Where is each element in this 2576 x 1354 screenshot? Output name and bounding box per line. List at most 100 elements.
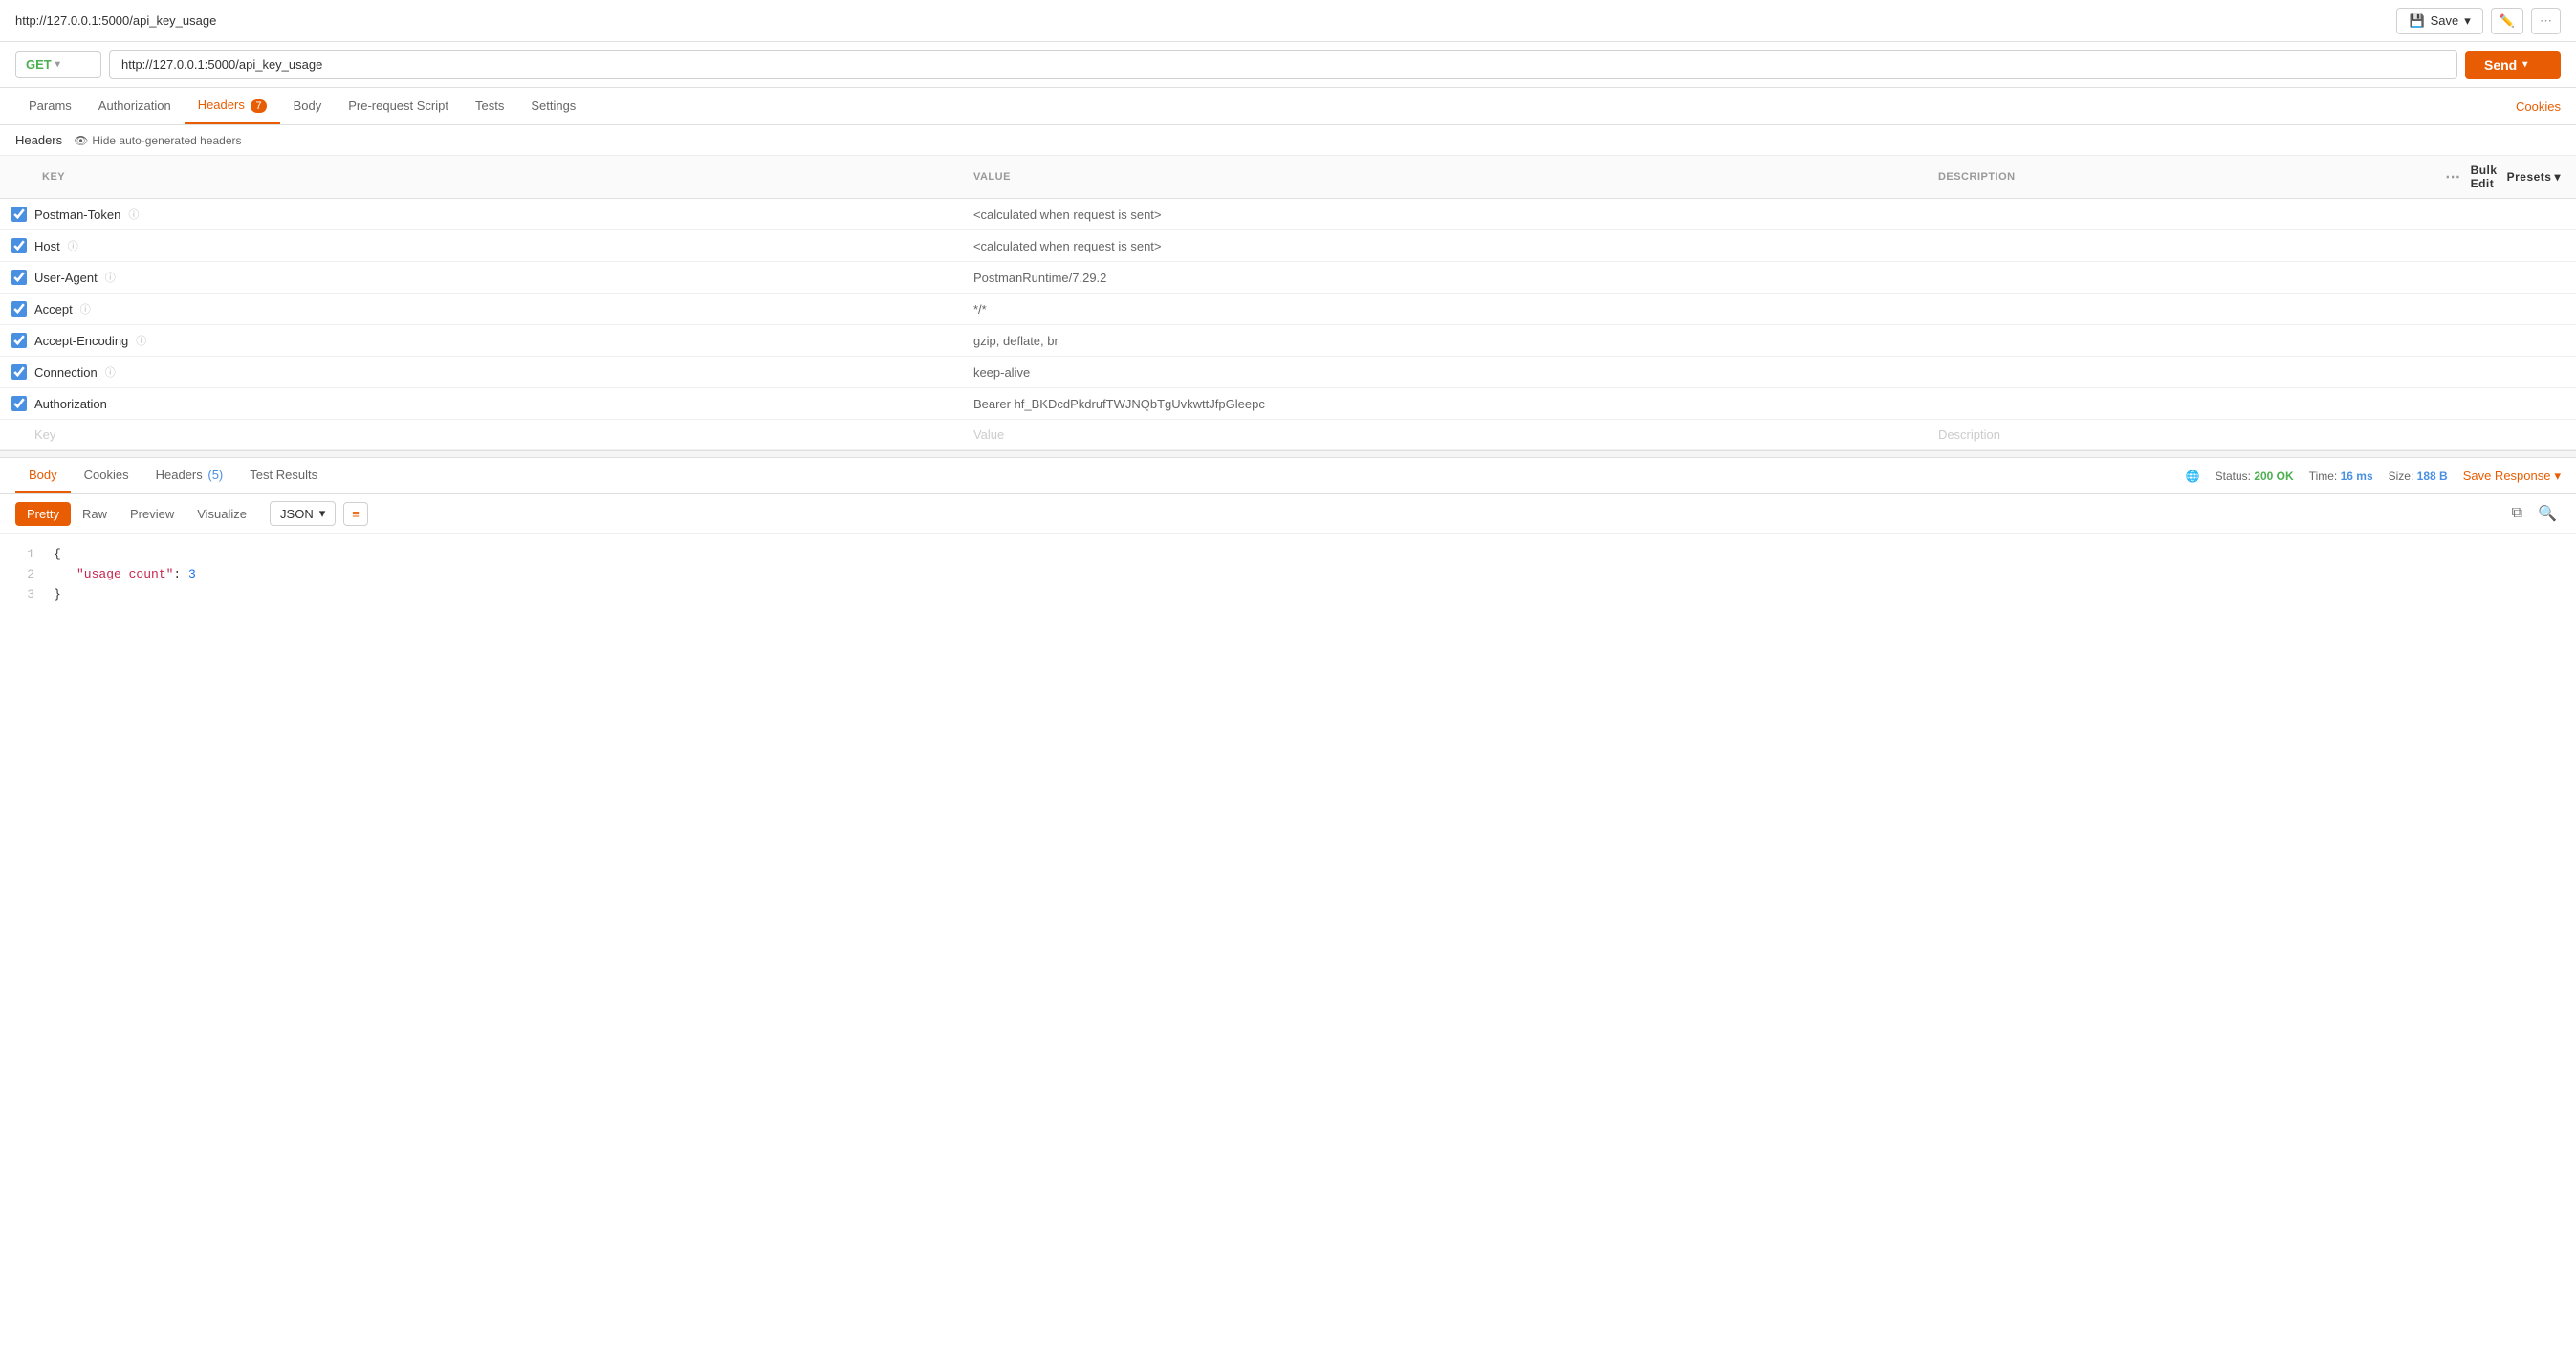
row-4-checkbox[interactable] xyxy=(11,333,27,348)
send-label: Send xyxy=(2484,57,2517,73)
line-num-3: 3 xyxy=(15,585,34,605)
row-1-actions xyxy=(2434,230,2576,262)
send-button[interactable]: Send ▾ xyxy=(2465,51,2561,79)
response-tab-headers[interactable]: Headers (5) xyxy=(142,458,237,493)
line-num-2: 2 xyxy=(15,565,34,585)
code-line-1: 1 { xyxy=(15,545,2561,565)
row-0-desc xyxy=(1927,199,2434,230)
time-value: 16 ms xyxy=(2341,470,2373,483)
row-6-key: Authorization xyxy=(34,397,107,411)
row-3-checkbox[interactable] xyxy=(11,301,27,317)
body-sub-tab-preview[interactable]: Preview xyxy=(119,502,186,526)
code-line-3: 3 } xyxy=(15,585,2561,605)
tab-body[interactable]: Body xyxy=(280,89,336,124)
row-1-desc xyxy=(1927,230,2434,262)
wrap-button[interactable]: ≡ xyxy=(343,502,368,526)
row-1-value: <calculated when request is sent> xyxy=(962,230,1927,262)
save-icon: 💾 xyxy=(2409,13,2424,29)
row-0-key: Postman-Token xyxy=(34,207,120,222)
row-0-actions xyxy=(2434,199,2576,230)
row-4-actions xyxy=(2434,325,2576,357)
row-1-checkbox[interactable] xyxy=(11,238,27,253)
row-2-key: User-Agent xyxy=(34,271,98,285)
body-sub-tab-pretty[interactable]: Pretty xyxy=(15,502,71,526)
row-3-actions xyxy=(2434,294,2576,325)
row-4-key: Accept-Encoding xyxy=(34,334,128,348)
status-label: Status: 200 OK xyxy=(2216,470,2294,483)
presets-button[interactable]: Presets ▾ xyxy=(2507,170,2561,184)
section-divider xyxy=(0,450,2576,458)
row-0-checkbox[interactable] xyxy=(11,207,27,222)
row-2-actions xyxy=(2434,262,2576,294)
more-icon-button[interactable]: ⋯ xyxy=(2531,8,2561,34)
info-icon: ⓘ xyxy=(68,238,78,253)
row-2-value: PostmanRuntime/7.29.2 xyxy=(962,262,1927,294)
tab-authorization[interactable]: Authorization xyxy=(85,89,185,124)
top-bar: http://127.0.0.1:5000/api_key_usage 💾 Sa… xyxy=(0,0,2576,42)
table-row: Accept ⓘ */* xyxy=(0,294,2576,325)
tab-settings[interactable]: Settings xyxy=(517,89,589,124)
size-label: Size: 188 B xyxy=(2389,470,2448,483)
info-icon: ⓘ xyxy=(80,301,91,317)
request-tabs: Params Authorization Headers 7 Body Pre-… xyxy=(0,88,2576,125)
response-headers-badge: (5) xyxy=(207,468,223,482)
body-sub-tabs: Pretty Raw Preview Visualize JSON ▾ ≡ ⧉ … xyxy=(0,494,2576,534)
row-4-desc xyxy=(1927,325,2434,357)
table-row: User-Agent ⓘ PostmanRuntime/7.29.2 xyxy=(0,262,2576,294)
method-label: GET xyxy=(26,57,52,72)
response-tab-cookies[interactable]: Cookies xyxy=(71,458,142,493)
presets-chevron-icon: ▾ xyxy=(2554,170,2561,184)
row-5-checkbox[interactable] xyxy=(11,364,27,380)
edit-icon-button[interactable]: ✏️ xyxy=(2491,8,2523,34)
copy-button[interactable]: ⧉ xyxy=(2508,501,2526,526)
save-button[interactable]: 💾 Save ▾ xyxy=(2396,8,2482,34)
response-tabs: Body Cookies Headers (5) Test Results 🌐 … xyxy=(0,458,2576,494)
empty-value-placeholder: Value xyxy=(962,420,1927,450)
table-row: Connection ⓘ keep-alive xyxy=(0,357,2576,388)
bulk-edit-button[interactable]: Bulk Edit xyxy=(2471,164,2498,190)
url-input[interactable] xyxy=(109,50,2457,79)
save-response-button[interactable]: Save Response ▾ xyxy=(2463,469,2561,484)
col-value: VALUE xyxy=(962,156,1927,199)
code-view: 1 { 2 "usage_count": 3 3 } xyxy=(0,534,2576,616)
row-6-checkbox[interactable] xyxy=(11,396,27,411)
format-select[interactable]: JSON ▾ xyxy=(270,501,336,526)
format-chevron-icon: ▾ xyxy=(319,506,326,521)
row-2-checkbox[interactable] xyxy=(11,270,27,285)
col-actions: ⋯ Bulk Edit Presets ▾ xyxy=(2434,156,2576,199)
info-icon: ⓘ xyxy=(105,364,116,380)
code-content-2: "usage_count": 3 xyxy=(54,565,196,585)
status-value: 200 OK xyxy=(2254,470,2293,483)
request-bar: GET ▾ Send ▾ xyxy=(0,42,2576,88)
hide-auto-generated-button[interactable]: 👁 Hide auto-generated headers xyxy=(74,134,241,147)
row-5-value: keep-alive xyxy=(962,357,1927,388)
code-content-3: } xyxy=(54,585,61,605)
table-row: Accept-Encoding ⓘ gzip, deflate, br xyxy=(0,325,2576,357)
row-2-desc xyxy=(1927,262,2434,294)
wrap-icon: ≡ xyxy=(352,507,360,521)
response-tab-body[interactable]: Body xyxy=(15,458,71,493)
row-5-key: Connection xyxy=(34,365,98,380)
body-sub-tab-raw[interactable]: Raw xyxy=(71,502,119,526)
row-5-actions xyxy=(2434,357,2576,388)
code-line-2: 2 "usage_count": 3 xyxy=(15,565,2561,585)
tab-tests[interactable]: Tests xyxy=(462,89,517,124)
method-select[interactable]: GET ▾ xyxy=(15,51,101,78)
request-title: http://127.0.0.1:5000/api_key_usage xyxy=(15,13,216,28)
headers-sub-header: Headers 👁 Hide auto-generated headers xyxy=(0,125,2576,156)
body-actions: ⧉ 🔍 xyxy=(2508,500,2561,527)
json-key: "usage_count" xyxy=(76,567,173,581)
tab-params[interactable]: Params xyxy=(15,89,85,124)
response-tab-testresults[interactable]: Test Results xyxy=(236,458,331,493)
code-content-1: { xyxy=(54,545,61,565)
tab-headers[interactable]: Headers 7 xyxy=(185,88,280,124)
row-3-desc xyxy=(1927,294,2434,325)
empty-row: Key Value Description xyxy=(0,420,2576,450)
row-4-value: gzip, deflate, br xyxy=(962,325,1927,357)
hide-label: Hide auto-generated headers xyxy=(92,134,241,147)
body-sub-tab-visualize[interactable]: Visualize xyxy=(186,502,258,526)
tab-prerequest[interactable]: Pre-request Script xyxy=(335,89,462,124)
top-bar-actions: 💾 Save ▾ ✏️ ⋯ xyxy=(2396,8,2561,34)
search-button[interactable]: 🔍 xyxy=(2534,500,2561,527)
cookies-link[interactable]: Cookies xyxy=(2516,99,2561,114)
